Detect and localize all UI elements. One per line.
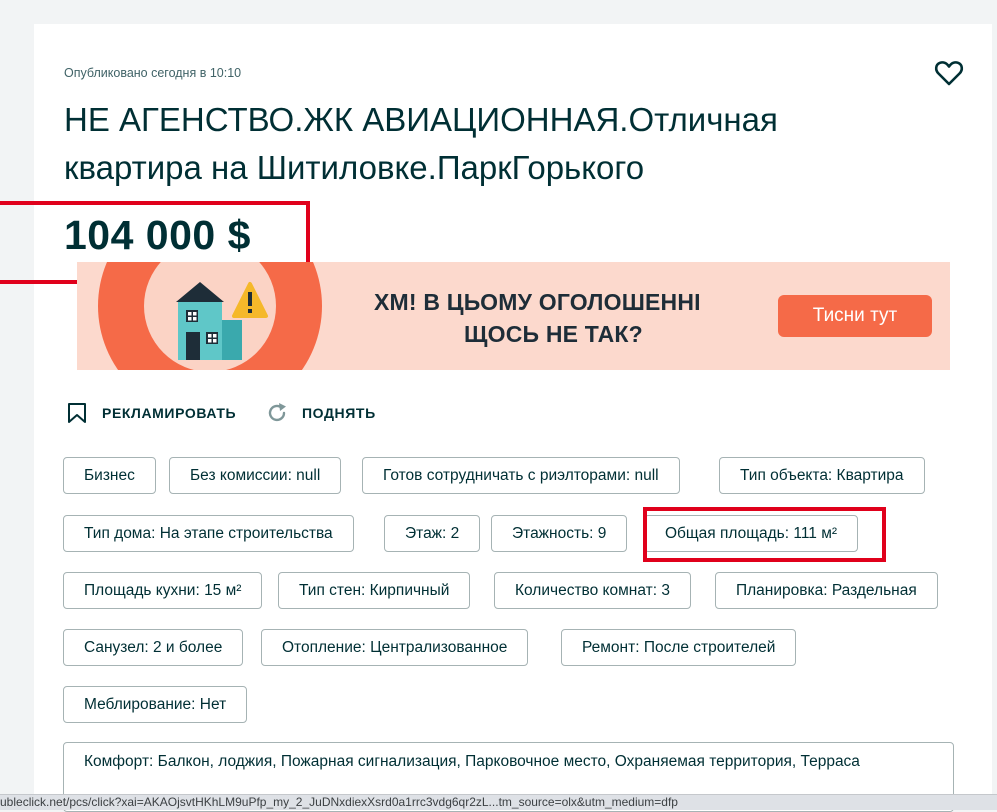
raise-button[interactable]: ПОДНЯТЬ	[266, 402, 376, 424]
param-chip: Отопление: Централизованное	[261, 629, 529, 666]
bookmark-icon	[68, 403, 86, 423]
param-chip: Меблирование: Нет	[63, 686, 248, 723]
banner-text-line1: ХМ! В ЦЬОМУ ОГОЛОШЕННІ	[374, 289, 701, 315]
published-date: Опубликовано сегодня в 10:10	[64, 66, 242, 80]
report-ad-banner[interactable]: ХМ! В ЦЬОМУ ОГОЛОШЕННІ ЩОСЬ НЕ ТАК? Тисн…	[77, 262, 950, 370]
favorite-heart-icon[interactable]	[934, 59, 964, 87]
promote-label: РЕКЛАМИРОВАТЬ	[102, 405, 237, 421]
param-chip: Тип объекта: Квартира	[719, 457, 925, 494]
promote-button[interactable]: РЕКЛАМИРОВАТЬ	[66, 402, 236, 424]
param-chip: Бизнес	[63, 457, 156, 494]
refresh-icon	[268, 403, 286, 422]
param-chip: Тип стен: Кирпичный	[278, 572, 471, 609]
banner-cta-button[interactable]: Тисни тут	[778, 295, 932, 337]
param-chip: Без комиссии: null	[169, 457, 342, 494]
house-warning-icon	[176, 282, 268, 360]
param-chip: Планировка: Раздельная	[715, 572, 938, 609]
param-chip: Количество комнат: 3	[494, 572, 691, 609]
listing-title: НЕ АГЕНСТВО.ЖК АВИАЦИОННАЯ.Отличная квар…	[64, 101, 778, 186]
param-chip: Готов сотрудничать с риэлторами: null	[362, 457, 680, 494]
param-chip: Санузел: 2 и более	[63, 629, 244, 666]
param-chip-total-area: Общая площадь: 111 м²	[644, 515, 859, 552]
banner-text: ХМ! В ЦЬОМУ ОГОЛОШЕННІ ЩОСЬ НЕ ТАК?	[374, 286, 701, 350]
param-chip: Этажность: 9	[491, 515, 628, 552]
param-chip: Площадь кухни: 15 м²	[63, 572, 263, 609]
listing-price: 104 000 $	[64, 212, 251, 258]
param-chip: Тип дома: На этапе строительства	[63, 515, 354, 552]
browser-status-url: ubleclick.net/pcs/click?xai=AKAOjsvtHKhL…	[0, 794, 997, 810]
banner-text-line2: ЩОСЬ НЕ ТАК?	[464, 321, 643, 347]
param-chip: Этаж: 2	[384, 515, 481, 552]
raise-label: ПОДНЯТЬ	[302, 405, 376, 421]
param-chip: Ремонт: После строителей	[561, 629, 797, 666]
